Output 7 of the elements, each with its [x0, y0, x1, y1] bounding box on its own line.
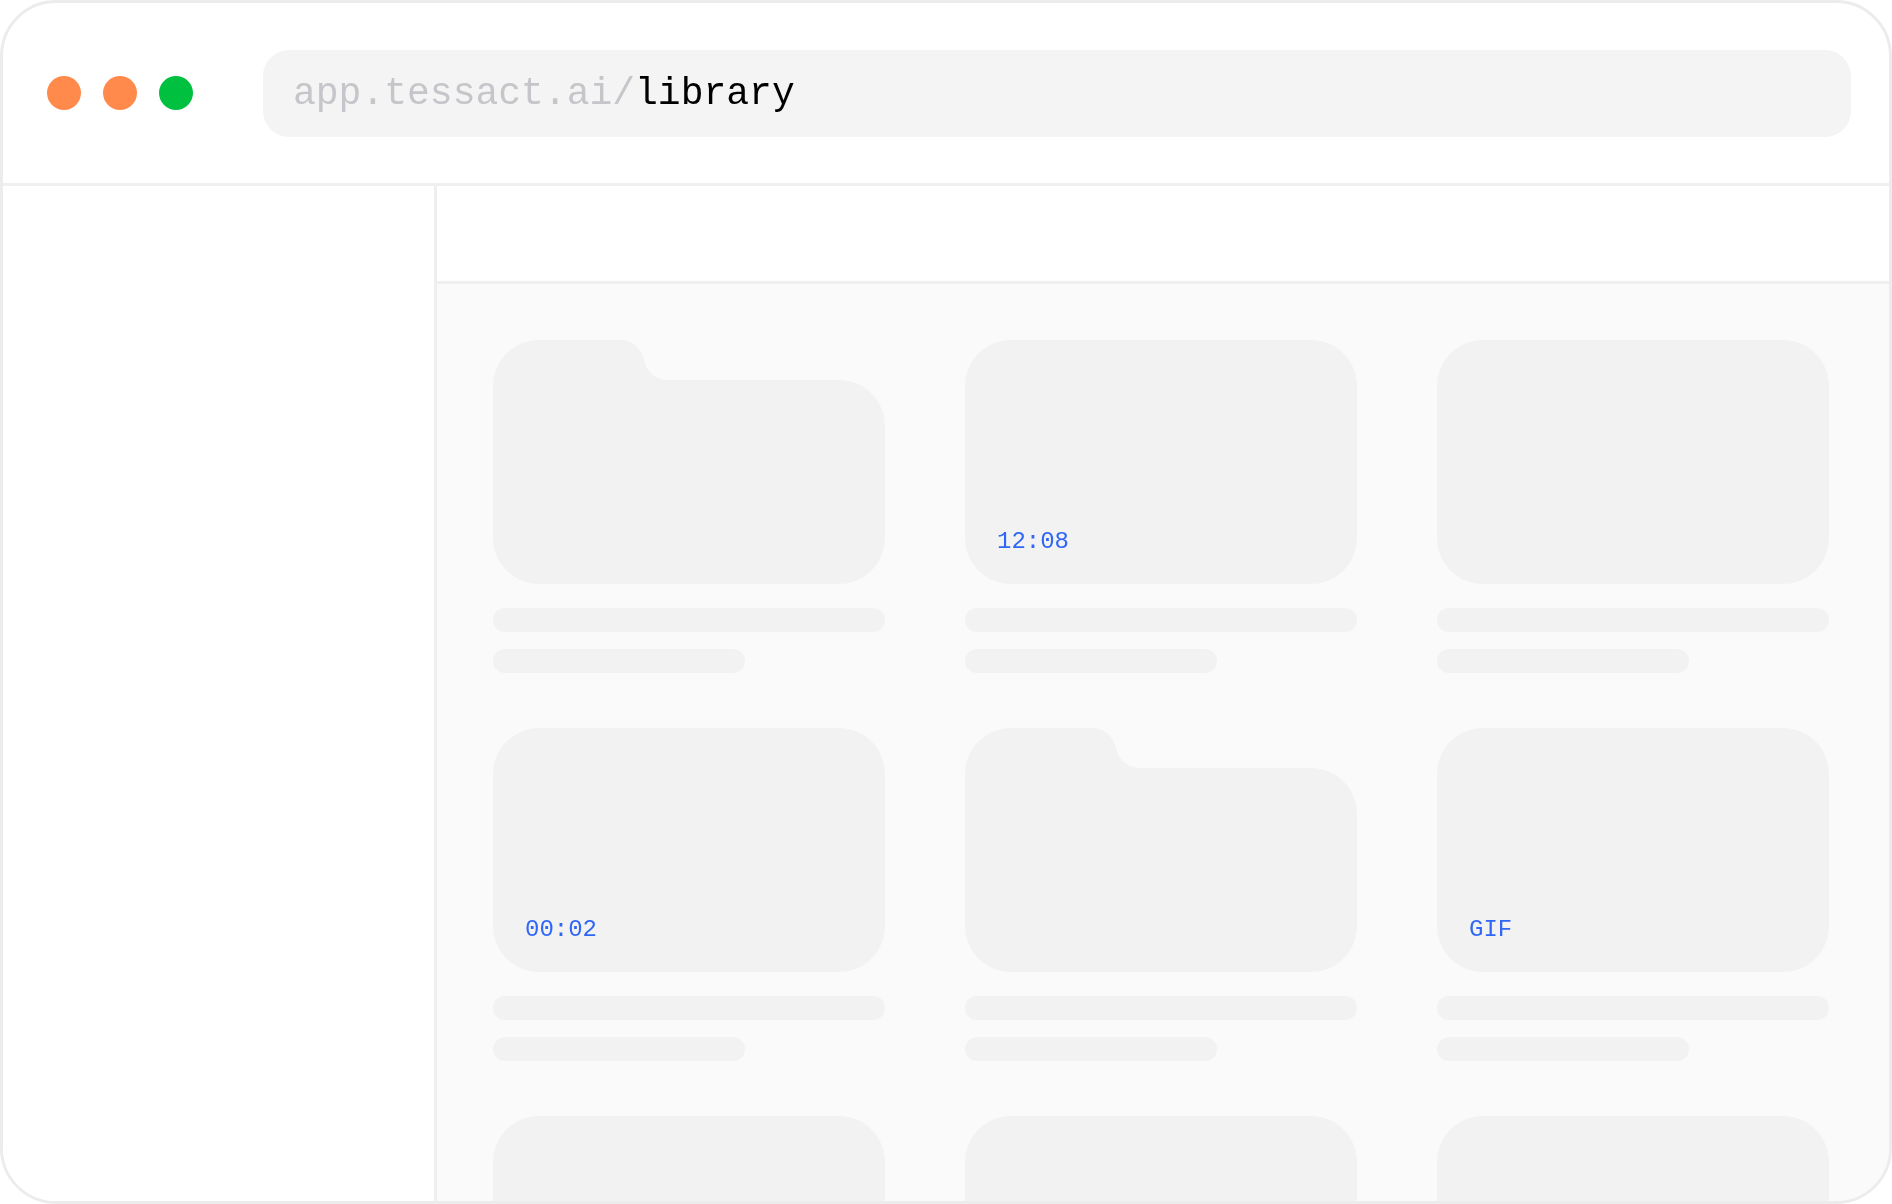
window-control[interactable] [47, 76, 81, 110]
window-control[interactable] [159, 76, 193, 110]
window-control[interactable] [103, 76, 137, 110]
duration-label: GIF [1469, 918, 1513, 942]
duration-label: 12:08 [997, 530, 1069, 554]
duration-label: 00:02 [525, 918, 597, 942]
url-path: library [635, 70, 795, 117]
